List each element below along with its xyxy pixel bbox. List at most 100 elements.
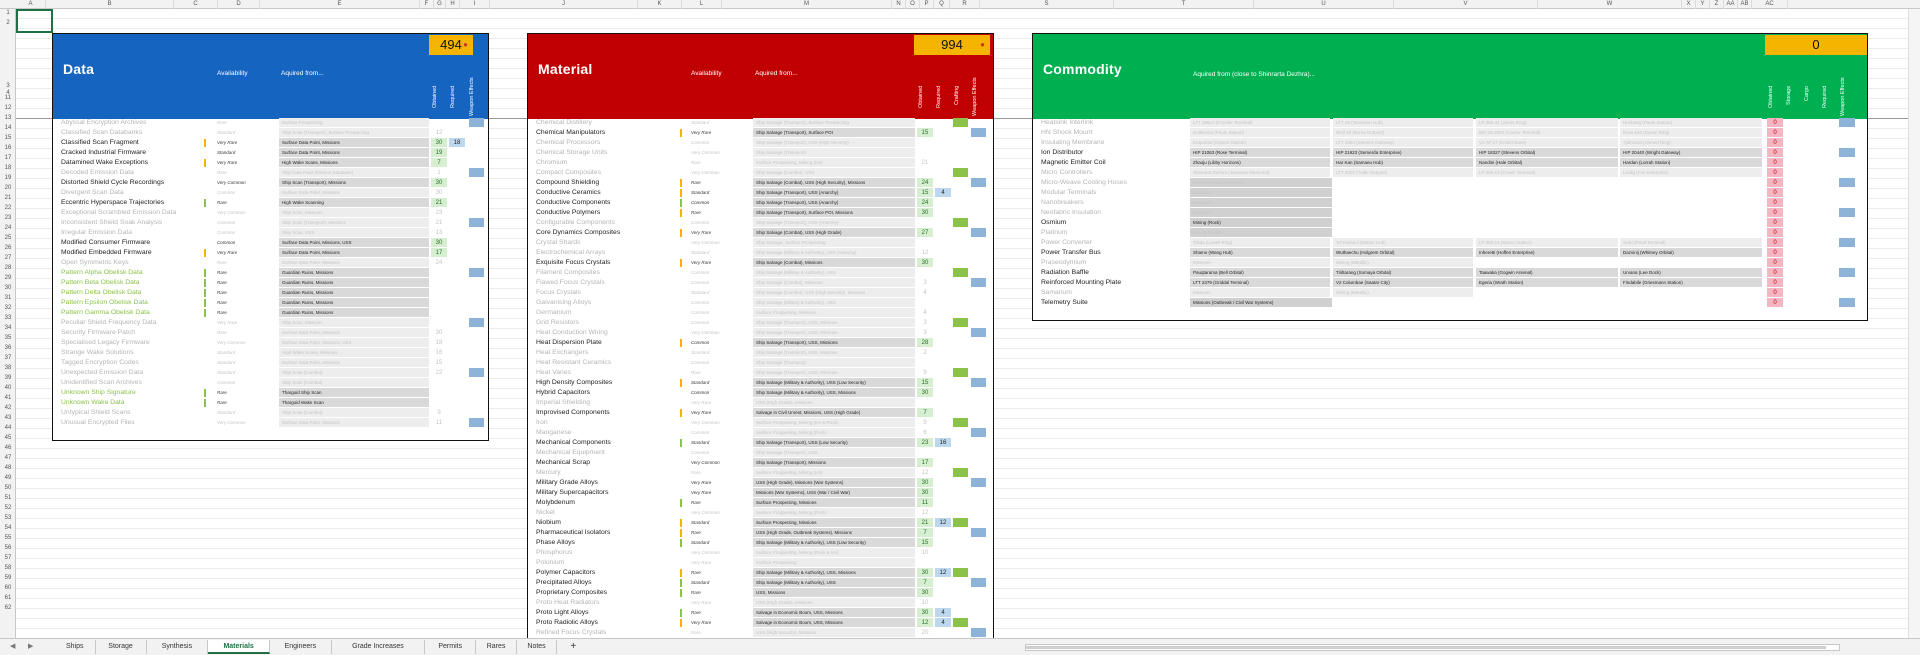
crafting-cell[interactable] xyxy=(953,138,968,147)
crafting-cell[interactable] xyxy=(953,608,968,617)
obtained-value[interactable]: 30 xyxy=(917,588,933,597)
table-row[interactable]: Heat Exchangers Standard Ship Salvage (Tra… xyxy=(528,348,993,358)
table-row[interactable]: Iron Very Common Surface Prospecting, Mini… xyxy=(528,418,993,428)
row-header[interactable]: 2 xyxy=(0,19,16,28)
table-row[interactable]: Proprietary Composites Rare USS, Missions 3… xyxy=(528,588,993,598)
weapon-effects-cell[interactable] xyxy=(469,118,484,127)
weapon-effects-cell[interactable] xyxy=(971,418,986,427)
table-row[interactable]: Mechanical Components Standard Ship Salvag… xyxy=(528,438,993,448)
crafting-cell[interactable] xyxy=(953,358,968,367)
table-row[interactable]: Abyssal Encryption Archives Rare Surface P… xyxy=(53,118,488,128)
table-row[interactable]: Telemetry Suite Missions (Outbreak / Civi… xyxy=(1033,298,1867,308)
column-header-i[interactable]: I xyxy=(460,0,490,9)
crafting-cell[interactable] xyxy=(953,148,968,157)
weapon-effects-cell[interactable] xyxy=(971,548,986,557)
row-header[interactable]: 55 xyxy=(0,534,16,543)
weapon-effects-cell[interactable] xyxy=(971,628,986,637)
table-row[interactable]: Compact Composites Very Common Ship Salvag… xyxy=(528,168,993,178)
crafting-cell[interactable] xyxy=(953,298,968,307)
tab-rares[interactable]: Rares xyxy=(476,640,517,654)
table-row[interactable]: Unidentified Scan Archives Common Ship Sca… xyxy=(53,378,488,388)
obtained-value[interactable]: 23 xyxy=(917,438,933,447)
weapon-effects-cell[interactable] xyxy=(971,388,986,397)
row-header[interactable]: 44 xyxy=(0,424,16,433)
tab-storage[interactable]: Storage xyxy=(96,640,147,654)
crafting-cell[interactable] xyxy=(953,398,968,407)
crafting-cell[interactable] xyxy=(953,518,968,527)
crafting-cell[interactable] xyxy=(953,418,968,427)
weapon-effects-cell[interactable] xyxy=(971,198,986,207)
weapon-effects-cell[interactable] xyxy=(1839,118,1855,127)
crafting-cell[interactable] xyxy=(953,368,968,377)
table-row[interactable]: Peculiar Shield Frequency Data Very Rare S… xyxy=(53,318,488,328)
obtained-value[interactable]: 15 xyxy=(917,128,933,137)
crafting-cell[interactable] xyxy=(953,498,968,507)
weapon-effects-cell[interactable] xyxy=(469,138,484,147)
obtained-cell[interactable]: 0 xyxy=(1767,188,1783,197)
obtained-value[interactable]: 4 xyxy=(917,288,933,297)
obtained-value[interactable]: 9 xyxy=(917,418,933,427)
obtained-value[interactable]: 4 xyxy=(917,308,933,317)
weapon-effects-cell[interactable] xyxy=(1839,248,1855,257)
table-row[interactable]: Untypical Shield Scans Standard Ship Scan … xyxy=(53,408,488,418)
obtained-value[interactable]: 30 xyxy=(917,258,933,267)
row-header[interactable]: 60 xyxy=(0,584,16,593)
table-row[interactable]: Configurable Components Common Ship Salvag… xyxy=(528,218,993,228)
table-row[interactable]: Pattern Gamma Obelisk Data Rare Guardian R… xyxy=(53,308,488,318)
add-sheet-button[interactable]: + xyxy=(565,640,581,654)
obtained-cell[interactable]: 0 xyxy=(1767,208,1783,217)
obtained-value[interactable]: 30 xyxy=(917,568,933,577)
obtained-cell[interactable]: 0 xyxy=(1767,288,1783,297)
row-header[interactable]: 20 xyxy=(0,184,16,193)
weapon-effects-cell[interactable] xyxy=(1839,218,1855,227)
row-header[interactable]: 50 xyxy=(0,484,16,493)
obtained-value[interactable]: 15 xyxy=(431,358,447,367)
crafting-cell[interactable] xyxy=(953,278,968,287)
column-header-e[interactable]: E xyxy=(260,0,420,9)
table-row[interactable]: Chromium Rare Surface Prospecting, Mining … xyxy=(528,158,993,168)
column-header-u[interactable]: U xyxy=(1254,0,1394,9)
weapon-effects-cell[interactable] xyxy=(1839,168,1855,177)
obtained-value[interactable]: 9 xyxy=(917,368,933,377)
weapon-effects-cell[interactable] xyxy=(1839,208,1855,217)
tab-synthesis[interactable]: Synthesis xyxy=(147,640,209,654)
row-header[interactable]: 56 xyxy=(0,544,16,553)
row-header[interactable]: 35 xyxy=(0,334,16,343)
table-row[interactable]: Unknown Wake Data Rare Thargoid Wake Scan xyxy=(53,398,488,408)
weapon-effects-cell[interactable] xyxy=(971,438,986,447)
required-value[interactable]: 4 xyxy=(935,188,951,197)
obtained-value[interactable]: 7 xyxy=(431,158,447,167)
row-header[interactable]: 33 xyxy=(0,314,16,323)
crafting-cell[interactable] xyxy=(953,328,968,337)
obtained-value[interactable]: 30 xyxy=(917,208,933,217)
weapon-effects-cell[interactable] xyxy=(971,148,986,157)
weapon-effects-cell[interactable] xyxy=(469,168,484,177)
table-row[interactable]: Hybrid Capacitors Common Ship Salvage (Mil… xyxy=(528,388,993,398)
table-row[interactable]: Refined Focus Crystals Rare USS (High Secu… xyxy=(528,628,993,638)
row-header[interactable]: 1 xyxy=(0,9,16,18)
table-row[interactable]: Heatsink Interlink LTT 4961A (Frontier Te… xyxy=(1033,118,1867,128)
table-row[interactable]: Polymer Capacitors Rare Ship Salvage (Mili… xyxy=(528,568,993,578)
table-row[interactable]: Datamined Wake Exceptions Very Rare High W… xyxy=(53,158,488,168)
obtained-value[interactable]: 11 xyxy=(431,418,447,427)
obtained-value[interactable]: 21 xyxy=(917,518,933,527)
table-row[interactable]: Manganese Common Surface Prospecting, Mini… xyxy=(528,428,993,438)
obtained-cell[interactable]: 0 xyxy=(1767,238,1783,247)
obtained-value[interactable]: 30 xyxy=(431,178,447,187)
weapon-effects-cell[interactable] xyxy=(971,208,986,217)
obtained-value[interactable]: 3 xyxy=(917,328,933,337)
column-header-c[interactable]: C xyxy=(174,0,218,9)
obtained-cell[interactable]: 0 xyxy=(1767,268,1783,277)
table-row[interactable]: Ion Distributor HIP 21063 (Rose Terminal)… xyxy=(1033,148,1867,158)
weapon-effects-cell[interactable] xyxy=(971,278,986,287)
table-row[interactable]: Micro Controllers Shinrarta Dezhra (James… xyxy=(1033,168,1867,178)
row-header[interactable]: 38 xyxy=(0,364,16,373)
obtained-value[interactable]: 18 xyxy=(431,338,447,347)
obtained-value[interactable]: 21 xyxy=(917,158,933,167)
obtained-value[interactable]: 30 xyxy=(431,138,447,147)
obtained-value[interactable]: 6 xyxy=(917,428,933,437)
weapon-effects-cell[interactable] xyxy=(1839,288,1855,297)
row-header[interactable]: 47 xyxy=(0,454,16,463)
weapon-effects-cell[interactable] xyxy=(1839,128,1855,137)
table-row[interactable]: Conductive Components Common Ship Salvage … xyxy=(528,198,993,208)
